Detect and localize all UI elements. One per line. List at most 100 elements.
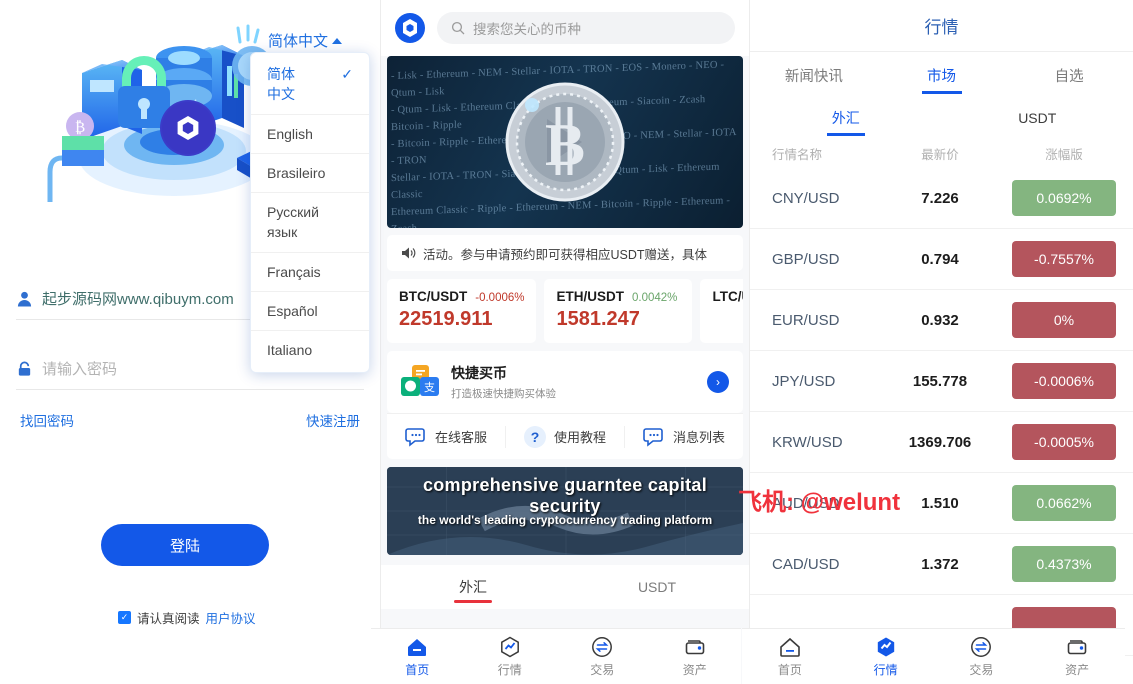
caret-up-icon — [332, 37, 343, 44]
nav-trade[interactable]: 交易 — [934, 636, 1030, 678]
username-value: 起步源码网www.qibuym.com — [42, 291, 234, 308]
table-row[interactable]: CNY/USD 7.226 0.0692% — [750, 168, 1133, 229]
language-option-russian[interactable]: Русский язык — [251, 193, 369, 253]
shortcut-tutorial[interactable]: ? 使用教程 — [505, 425, 624, 448]
column-header-change: 涨幅版 — [1045, 147, 1083, 162]
nav-home[interactable]: 首页 — [742, 636, 838, 678]
shortcut-row: 在线客服 ? 使用教程 消息列表 — [387, 413, 743, 459]
login-links: 找回密码 快速注册 — [20, 410, 360, 430]
nav-home[interactable]: 首页 — [371, 636, 464, 678]
shortcut-message-list[interactable]: 消息列表 — [624, 425, 743, 448]
nav-quotes[interactable]: 行情 — [838, 636, 934, 678]
middle-scroll-area: - Lisk - Ethereum - NEM - Stellar - IOTA… — [381, 56, 749, 684]
tab-label: 市场 — [927, 68, 956, 85]
agreement-text: 请认真阅读 — [137, 612, 200, 626]
tab-market[interactable]: 市场 — [878, 52, 1006, 98]
row-price: 155.778 — [912, 372, 968, 390]
ticker-carousel[interactable]: BTC/USDT -0.0006% 22519.911 ETH/USDT 0.0… — [387, 279, 743, 343]
shortcut-label: 使用教程 — [553, 430, 606, 445]
nav-trade[interactable]: 交易 — [556, 636, 649, 678]
language-option-english[interactable]: English — [251, 115, 369, 154]
status-badge: 0.4373% — [1012, 546, 1116, 582]
row-price: 1.510 — [921, 494, 959, 512]
nav-assets[interactable]: 资产 — [649, 636, 742, 678]
notice-text: 活动。参与申请预约即可获得相应USDT赠送，具体 — [423, 247, 708, 262]
home-icon — [780, 637, 800, 657]
promo-banner[interactable]: comprehensive guarntee capital security … — [387, 467, 743, 555]
column-header-price: 最新价 — [921, 147, 959, 162]
bitcoin-hero-banner[interactable]: - Lisk - Ethereum - NEM - Stellar - IOTA… — [387, 56, 743, 228]
row-change: 0.0662% — [995, 485, 1133, 521]
search-input[interactable]: 搜索您关心的币种 — [437, 12, 735, 44]
language-option-brasileiro[interactable]: Brasileiro — [251, 154, 369, 194]
nav-label: 交易 — [590, 662, 615, 677]
table-row[interactable]: CAD/USD 1.372 0.4373% — [750, 534, 1133, 595]
language-option-italiano[interactable]: Italiano — [251, 331, 369, 369]
language-dropdown-menu[interactable]: 简体 中文 ✓ English Brasileiro Русский язык … — [250, 52, 370, 373]
svg-text:支: 支 — [424, 381, 435, 394]
table-row[interactable]: EUR/USD 0.932 0% — [750, 290, 1133, 351]
row-change: -0.0005% — [995, 424, 1133, 460]
tab-news[interactable]: 新闻快讯 — [750, 52, 878, 98]
language-option-espanol[interactable]: Español — [251, 292, 369, 332]
chevron-right-icon[interactable]: › — [707, 371, 729, 393]
bitcoin-coin-icon: B — [505, 82, 625, 202]
subtab-forex[interactable]: 外汇 — [750, 98, 942, 138]
quick-buy-title: 快捷买币 — [451, 365, 507, 381]
status-badge: -0.0005% — [1012, 424, 1116, 460]
password-placeholder: 请输入密码 — [42, 361, 118, 378]
quick-register-link[interactable]: 快速注册 — [306, 410, 360, 430]
row-name: JPY/USD — [772, 372, 836, 390]
ticker-price: 1581.247 — [556, 308, 640, 330]
table-row[interactable]: JPY/USD 155.778 -0.0006% — [750, 351, 1133, 412]
language-current-label: 简体中文 — [268, 33, 329, 50]
table-row[interactable]: AUD/USD 1.510 0.0662% — [750, 473, 1133, 534]
table-row[interactable]: GBP/USD 0.794 -0.7557% — [750, 229, 1133, 290]
tab-label: 新闻快讯 — [784, 68, 843, 85]
nav-quotes[interactable]: 行情 — [464, 636, 557, 678]
status-badge: 0% — [1012, 302, 1116, 338]
subtab-usdt[interactable]: USDT — [942, 98, 1133, 138]
ticker-card[interactable]: BTC/USDT -0.0006% 22519.911 — [387, 279, 537, 343]
ticker-pair: ETH/USDT — [556, 289, 624, 304]
right-header: 行情 — [750, 0, 1133, 52]
right-tabs: 新闻快讯 市场 自选 — [750, 52, 1133, 98]
shortcut-online-support[interactable]: 在线客服 — [387, 426, 505, 448]
row-price: 7.226 — [921, 189, 959, 207]
trade-icon — [592, 636, 613, 657]
login-submit-button[interactable]: 登陆 — [101, 524, 269, 566]
row-change: 0.0692% — [995, 180, 1133, 216]
language-option-label: Español — [267, 303, 318, 320]
language-option-zh[interactable]: 简体 中文 ✓ — [251, 55, 369, 115]
language-selector-trigger[interactable]: 简体中文 — [268, 30, 343, 51]
nav-label: 行情 — [873, 662, 898, 677]
quick-buy-banner[interactable]: 支 快捷买币 打造极速快捷购买体验 › — [387, 351, 743, 413]
ticker-card[interactable]: LTC/USDT — [700, 279, 743, 343]
user-agreement-link[interactable]: 用户协议 — [206, 608, 256, 627]
middle-market-tabs: 外汇 USDT — [381, 565, 749, 609]
language-option-francais[interactable]: Français — [251, 253, 369, 293]
app-logo-icon[interactable] — [395, 13, 425, 43]
table-row[interactable]: KRW/USD 1369.706 -0.0005% — [750, 412, 1133, 473]
tab-favorites[interactable]: 自选 — [1005, 52, 1133, 98]
app-root: ₿ 简体中文 简体 中文 ✓ English Brasileiro Русски… — [0, 0, 1133, 684]
message-list-icon — [643, 427, 663, 447]
forgot-password-link[interactable]: 找回密码 — [20, 410, 74, 430]
row-price: 0.794 — [921, 250, 959, 268]
svg-text:B: B — [545, 112, 585, 178]
notice-bar[interactable]: 活动。参与申请预约即可获得相应USDT赠送，具体 — [387, 235, 743, 271]
nav-assets[interactable]: 资产 — [1029, 636, 1125, 678]
search-icon — [451, 21, 465, 35]
speaker-icon — [402, 247, 416, 259]
tab-forex[interactable]: 外汇 — [381, 565, 565, 609]
nav-label: 资产 — [1065, 662, 1090, 677]
middle-app-panel: 搜索您关心的币种 - Lisk - Ethereum - NEM - Stell… — [380, 0, 750, 684]
ticker-card[interactable]: ETH/USDT 0.0042% 1581.247 — [544, 279, 693, 343]
agreement-checkbox[interactable]: ✓ — [118, 611, 131, 624]
tab-usdt[interactable]: USDT — [565, 565, 749, 609]
trade-icon — [971, 636, 992, 657]
subtab-label: USDT — [1018, 110, 1057, 126]
ticker-pair: LTC/USDT — [712, 289, 743, 304]
svg-text:₿: ₿ — [75, 120, 85, 136]
row-name: GBP/USD — [772, 250, 840, 268]
